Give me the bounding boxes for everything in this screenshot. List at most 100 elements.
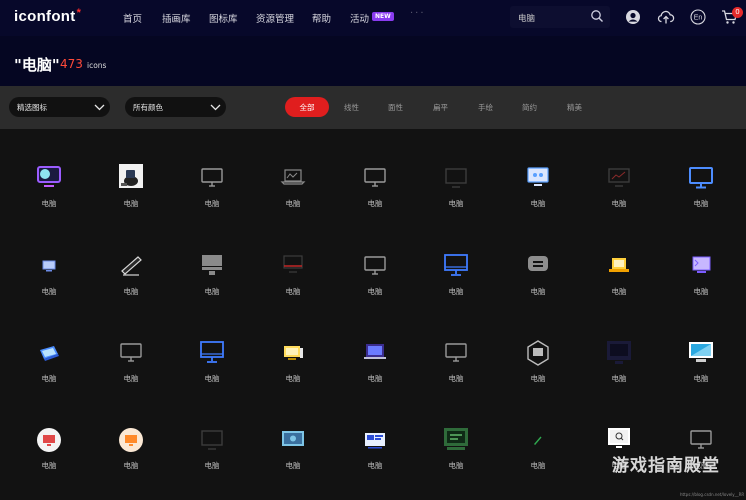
monitor-outline-icon[interactable]	[360, 163, 390, 193]
monitor-rounded-icon[interactable]	[523, 251, 553, 281]
tab-hand-drawn[interactable]: 手绘	[478, 102, 493, 113]
tab-simple[interactable]: 简约	[522, 102, 537, 113]
nav-resources[interactable]: 资源管理	[256, 11, 294, 25]
icon-grid-item[interactable]: 电脑	[345, 163, 405, 223]
icon-grid-item[interactable]: 电脑	[182, 338, 242, 398]
icon-grid-item[interactable]: 电脑	[263, 163, 323, 223]
watermark-text: 游戏指南殿堂	[612, 456, 720, 476]
search-icon[interactable]	[590, 9, 604, 23]
tab-linear[interactable]: 线性	[344, 102, 359, 113]
search-box[interactable]: 电脑	[510, 6, 610, 28]
icon-grid-item[interactable]: 电脑	[19, 163, 79, 223]
monitor-tilted-icon[interactable]	[116, 251, 146, 281]
icon-grid-item[interactable]: 电脑	[101, 251, 161, 311]
icon-grid-item[interactable]: 电脑	[589, 338, 649, 398]
icon-grid-item[interactable]: 电脑	[426, 163, 486, 223]
monitor-dark-icon[interactable]	[197, 425, 227, 455]
nav-illustrations[interactable]: 插画库	[162, 11, 191, 25]
icon-grid-item[interactable]: 电脑	[671, 163, 731, 223]
icon-grid-item[interactable]: 电脑	[345, 338, 405, 398]
monitor-blue-icon[interactable]	[686, 163, 716, 193]
nav-more[interactable]: ···	[410, 8, 426, 19]
laptop-red-icon[interactable]	[278, 251, 308, 281]
icon-grid-item[interactable]: 电脑	[263, 425, 323, 485]
monitor-card-blue-icon[interactable]	[360, 425, 390, 455]
tab-solid[interactable]: 面性	[388, 102, 403, 113]
monitor-teal-icon[interactable]	[278, 425, 308, 455]
icon-grid-item[interactable]: 电脑	[101, 163, 161, 223]
nav-home[interactable]: 首页	[123, 11, 142, 25]
hexagon-monitor-icon[interactable]	[523, 338, 553, 368]
user-circle-icon[interactable]	[625, 9, 641, 25]
icon-grid-item[interactable]: 电脑	[19, 338, 79, 398]
icon-grid-item[interactable]: 电脑	[101, 425, 161, 485]
monitor-face-icon[interactable]	[523, 163, 553, 193]
monitor-blue-outline-icon[interactable]	[197, 338, 227, 368]
icon-grid-item[interactable]: 电脑	[426, 251, 486, 311]
icon-grid-item[interactable]: 电脑	[182, 425, 242, 485]
search-title: "电脑"	[14, 56, 60, 74]
icon-grid-item[interactable]: 电脑	[426, 338, 486, 398]
monitor-filled-icon[interactable]	[197, 251, 227, 281]
monitor-outline-icon[interactable]	[441, 338, 471, 368]
icon-grid-item[interactable]: 电脑	[345, 425, 405, 485]
cloud-upload-icon[interactable]	[657, 9, 675, 25]
tab-refined[interactable]: 精美	[567, 102, 582, 113]
monitor-dark-icon[interactable]	[441, 163, 471, 193]
language-icon[interactable]: En	[690, 9, 706, 25]
icon-grid-item[interactable]: 电脑	[589, 251, 649, 311]
color-filter-dropdown[interactable]: 所有颜色	[125, 97, 226, 117]
monitor-outline-icon[interactable]	[116, 338, 146, 368]
monitor-circle-orange-icon[interactable]	[116, 425, 146, 455]
monitor-outline-icon[interactable]	[197, 163, 227, 193]
computer-photo-icon[interactable]	[116, 163, 146, 193]
icon-label: 电脑	[530, 461, 546, 470]
tab-all[interactable]: 全部	[285, 97, 329, 117]
monitor-purple-small-icon[interactable]	[686, 251, 716, 281]
nav-events[interactable]: 活动	[350, 11, 369, 25]
monitor-green-icon[interactable]	[441, 425, 471, 455]
icon-grid-item[interactable]: 电脑	[508, 251, 568, 311]
nav-icon-library[interactable]: 图标库	[209, 11, 238, 25]
icon-grid-item[interactable]: 电脑	[508, 338, 568, 398]
laptop-chart-icon[interactable]	[278, 163, 308, 193]
new-badge: NEW	[372, 12, 394, 21]
icon-grid-item[interactable]: 电脑	[671, 251, 731, 311]
monitor-circle-red-icon[interactable]	[34, 425, 64, 455]
icon-filter-dropdown[interactable]: 精选图标	[9, 97, 110, 117]
result-unit: icons	[87, 61, 107, 70]
monitor-navy-icon[interactable]	[604, 338, 634, 368]
icon-grid-item[interactable]: 电脑	[182, 251, 242, 311]
icon-grid-item[interactable]: 电脑	[589, 163, 649, 223]
laptop-iso-icon[interactable]	[34, 338, 64, 368]
pen-green-icon[interactable]	[523, 425, 553, 455]
search-input[interactable]: 电脑	[518, 12, 535, 24]
icon-label: 电脑	[41, 374, 57, 383]
monitor-purple-icon[interactable]	[34, 163, 64, 193]
icon-grid-item[interactable]: 电脑	[508, 163, 568, 223]
icon-grid-item[interactable]: 电脑	[263, 251, 323, 311]
icon-grid-item[interactable]: 电脑	[345, 251, 405, 311]
icon-grid-item[interactable]: 电脑	[19, 425, 79, 485]
monitor-chart-red-icon[interactable]	[604, 163, 634, 193]
icon-grid-item[interactable]: 电脑	[508, 425, 568, 485]
icon-filter-label: 精选图标	[17, 103, 47, 112]
icon-label: 电脑	[448, 287, 464, 296]
tab-flat[interactable]: 扁平	[433, 102, 448, 113]
monitor-yellow-icon[interactable]	[604, 251, 634, 281]
nav-help[interactable]: 帮助	[312, 11, 331, 25]
icon-grid-item[interactable]: 电脑	[426, 425, 486, 485]
icon-grid-item[interactable]: 电脑	[101, 338, 161, 398]
icon-label: 电脑	[285, 461, 301, 470]
laptop-purple-icon[interactable]	[360, 338, 390, 368]
monitor-small-blue-icon[interactable]	[34, 251, 64, 281]
icon-grid-item[interactable]: 电脑	[19, 251, 79, 311]
monitor-yellow-stack-icon[interactable]	[278, 338, 308, 368]
icon-grid-item[interactable]: 电脑	[263, 338, 323, 398]
monitor-outline-icon[interactable]	[360, 251, 390, 281]
monitor-sky-icon[interactable]	[686, 338, 716, 368]
brand-logo[interactable]: iconfont*	[14, 7, 81, 25]
icon-grid-item[interactable]: 电脑	[671, 338, 731, 398]
icon-grid-item[interactable]: 电脑	[182, 163, 242, 223]
monitor-blue-outline-icon[interactable]	[441, 251, 471, 281]
